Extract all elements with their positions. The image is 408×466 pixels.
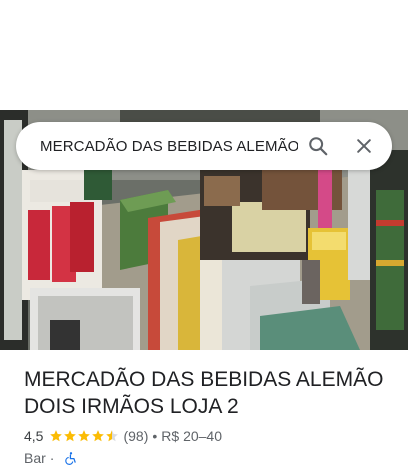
category-separator: ·: [49, 450, 55, 466]
close-icon: [357, 139, 371, 153]
search-icon: [309, 137, 328, 156]
header-whitespace: [0, 0, 408, 110]
star-icon: [50, 430, 63, 442]
wheelchair-icon: [65, 452, 77, 465]
place-category: Bar: [24, 450, 46, 466]
separator-dot: •: [152, 428, 158, 444]
star-icon: [106, 430, 119, 442]
search-bar[interactable]: MERCADÃO DAS BEBIDAS ALEMÃO: [16, 122, 392, 170]
category-row: Bar ·: [24, 450, 394, 466]
star-icon: [92, 430, 105, 442]
star-icon: [64, 430, 77, 442]
search-input[interactable]: MERCADÃO DAS BEBIDAS ALEMÃO: [40, 138, 298, 155]
clear-search-button[interactable]: [344, 126, 384, 166]
price-range: R$ 20–40: [161, 428, 222, 444]
rating-value: 4,5: [24, 428, 44, 444]
place-title[interactable]: MERCADÃO DAS BEBIDAS ALEMÃO DOIS IRMÃOS …: [24, 366, 394, 420]
review-count[interactable]: (98): [123, 428, 148, 444]
star-rating: [49, 429, 119, 443]
rating-row[interactable]: 4,5 (98) • R$ 20–40: [24, 428, 394, 444]
search-button[interactable]: [298, 126, 338, 166]
star-icon: [78, 430, 91, 442]
place-info-panel: MERCADÃO DAS BEBIDAS ALEMÃO DOIS IRMÃOS …: [24, 366, 394, 466]
